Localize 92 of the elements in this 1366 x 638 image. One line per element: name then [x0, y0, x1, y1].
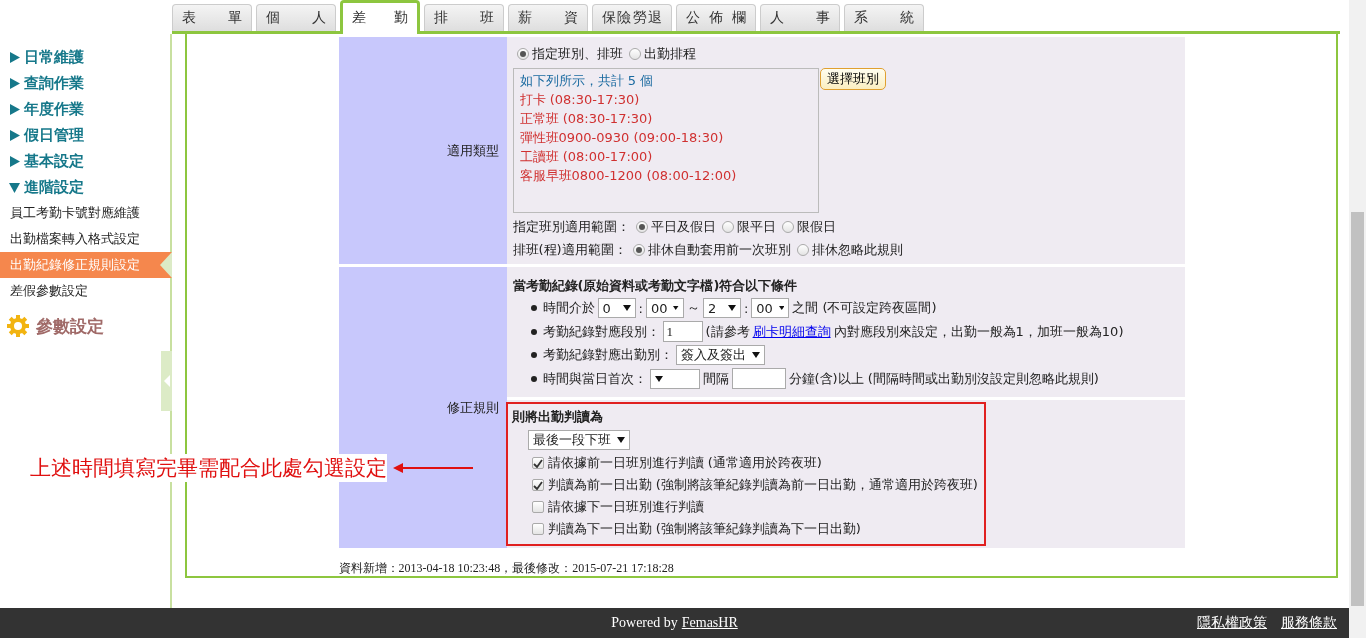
menu-heading[interactable]: 查詢作業	[0, 70, 170, 96]
shift-entry: 打卡 (08:30-17:30)	[519, 91, 641, 109]
caret-icon	[778, 305, 785, 311]
menu-heading[interactable]: 日常維護	[0, 44, 170, 70]
checkbox-label: 請依據前一日班別進行判讀 (通常適用於跨夜班)	[547, 454, 822, 472]
nav-tab[interactable]: 薪資	[508, 4, 588, 31]
caret-icon	[673, 305, 679, 311]
section-title: 當考勤紀錄(原始資料或考勤文字檔)符合以下條件	[512, 277, 799, 295]
annotation-text: 上述時間填寫完畢需配合此處勾選設定	[30, 454, 387, 482]
menu-heading[interactable]: 基本設定	[0, 148, 170, 174]
caret-icon	[751, 352, 760, 358]
radio-label: 指定班別、排班	[531, 45, 623, 63]
radio-button[interactable]	[635, 221, 648, 233]
arrow-icon	[393, 463, 473, 473]
group-heading: 參數設定	[36, 314, 104, 338]
nav-tab[interactable]: 人事	[760, 4, 840, 31]
separator-text: ～	[686, 299, 700, 317]
radio-button[interactable]	[781, 221, 794, 233]
checkbox[interactable]	[531, 501, 544, 513]
field-note: 之間 (不可設定跨夜區間)	[792, 299, 937, 317]
collapse-handle[interactable]	[161, 351, 172, 411]
minute-select[interactable]: 00	[751, 298, 790, 318]
field-note: 內對應段別來設定，出勤一般為1，加班一般為10)	[833, 322, 1124, 341]
checkbox[interactable]	[531, 523, 544, 535]
gear-icon	[6, 314, 30, 338]
field-label: 間隔	[702, 369, 729, 388]
list-summary: 如下列所示，共計 5 個	[519, 72, 655, 90]
field-note: (請參考	[705, 322, 750, 341]
checkbox-label: 判讀為前一日出勤 (強制將該筆紀錄判讀為前一日出勤，通常適用於跨夜班)	[547, 476, 978, 494]
shift-entry: 工讀班 (08:00-17:00)	[519, 148, 654, 166]
attendance-type-select[interactable]: 簽入及簽出	[675, 345, 765, 365]
field-label: 考勤紀錄對應段別：	[542, 322, 660, 341]
field-label: 時間介於	[542, 299, 595, 317]
nav-tab[interactable]: 系統	[844, 4, 924, 31]
radio-label: 出勤排程	[643, 45, 696, 63]
interval-input[interactable]	[731, 368, 786, 389]
shift-entry: 彈性班0900-0930 (09:00-18:30)	[519, 129, 725, 147]
radio-button[interactable]	[721, 221, 734, 233]
powered-by-text: Powered by	[611, 615, 678, 631]
menu-heading[interactable]: 年度作業	[0, 96, 170, 122]
caret-icon	[727, 305, 736, 311]
scrollbar[interactable]	[1349, 0, 1366, 638]
checkbox[interactable]	[531, 457, 544, 469]
field-note: 分鐘(含)以上 (間隔時間或出勤別沒設定則忽略此規則)	[788, 369, 1099, 388]
menu-item[interactable]: 出勤檔案轉入格式設定	[0, 226, 170, 252]
radio-button[interactable]	[632, 244, 645, 256]
caret-icon	[654, 375, 663, 382]
record-timestamps: 資料新增：2013-04-18 10:23:48，最後修改：2015-07-21 17:18:28	[338, 561, 674, 575]
nav-tab[interactable]: 公佈欄	[676, 4, 756, 31]
radio-button[interactable]	[516, 48, 529, 60]
radio-label: 排休忽略此規則	[811, 241, 903, 259]
nav-tab[interactable]: 差勤	[340, 0, 420, 34]
menu-item[interactable]: 員工考勤卡號對應維護	[0, 200, 170, 226]
checkbox[interactable]	[531, 479, 544, 491]
brand-link[interactable]: FemasHR	[681, 615, 738, 631]
field-label: 指定班別適用範圍：	[512, 218, 630, 236]
nav-tab[interactable]: 表單	[172, 4, 252, 31]
first-time-select[interactable]	[649, 368, 700, 389]
minute-select[interactable]: 00	[645, 298, 684, 318]
checkbox-label: 請依據下一日班別進行判讀	[547, 498, 704, 516]
field-label: 時間與當日首次：	[542, 369, 647, 388]
footer-link[interactable]: 服務條款	[1281, 614, 1337, 632]
field-label: 適用類型	[338, 37, 507, 264]
radio-button[interactable]	[628, 48, 641, 60]
caret-icon	[622, 305, 631, 311]
radio-button[interactable]	[796, 244, 809, 256]
field-label: 考勤紀錄對應出勤別：	[542, 346, 673, 364]
section-title: 則將出勤判讀為	[511, 408, 604, 426]
hour-select[interactable]: 2	[702, 298, 741, 318]
shift-entry: 正常班 (08:30-17:30)	[519, 110, 654, 128]
colon-text: :	[743, 300, 749, 316]
nav-tab[interactable]: 保險勞退	[592, 4, 672, 31]
colon-text: :	[638, 300, 643, 316]
select-shift-button[interactable]: 選擇班別	[819, 68, 886, 90]
radio-label: 平日及假日	[650, 218, 716, 236]
nav-tab[interactable]: 個人	[256, 4, 336, 31]
footer-link[interactable]: 隱私權政策	[1197, 614, 1267, 632]
shift-entry: 客服早班0800-1200 (08:00-12:00)	[519, 167, 738, 185]
radio-label: 排休自動套用前一次班別	[647, 241, 791, 259]
menu-heading[interactable]: 假日管理	[0, 122, 170, 148]
nav-tab[interactable]: 排班	[424, 4, 504, 31]
menu-heading[interactable]: 進階設定	[0, 174, 170, 200]
radio-label: 限假日	[796, 218, 836, 236]
result-select[interactable]: 最後一段下班	[527, 430, 630, 450]
menu-item[interactable]: 差假參數設定	[0, 278, 170, 304]
segment-input[interactable]: 1	[662, 321, 703, 342]
hour-select[interactable]: 0	[597, 298, 636, 318]
caret-icon	[616, 437, 625, 443]
radio-label: 限平日	[736, 218, 776, 236]
detail-query-link[interactable]: 刷卡明細查詢	[752, 322, 831, 341]
checkbox-label: 判讀為下一日出勤 (強制將該筆紀錄判讀為下一日出勤)	[547, 520, 861, 538]
field-label: 排班(程)適用範圍：	[512, 241, 627, 259]
